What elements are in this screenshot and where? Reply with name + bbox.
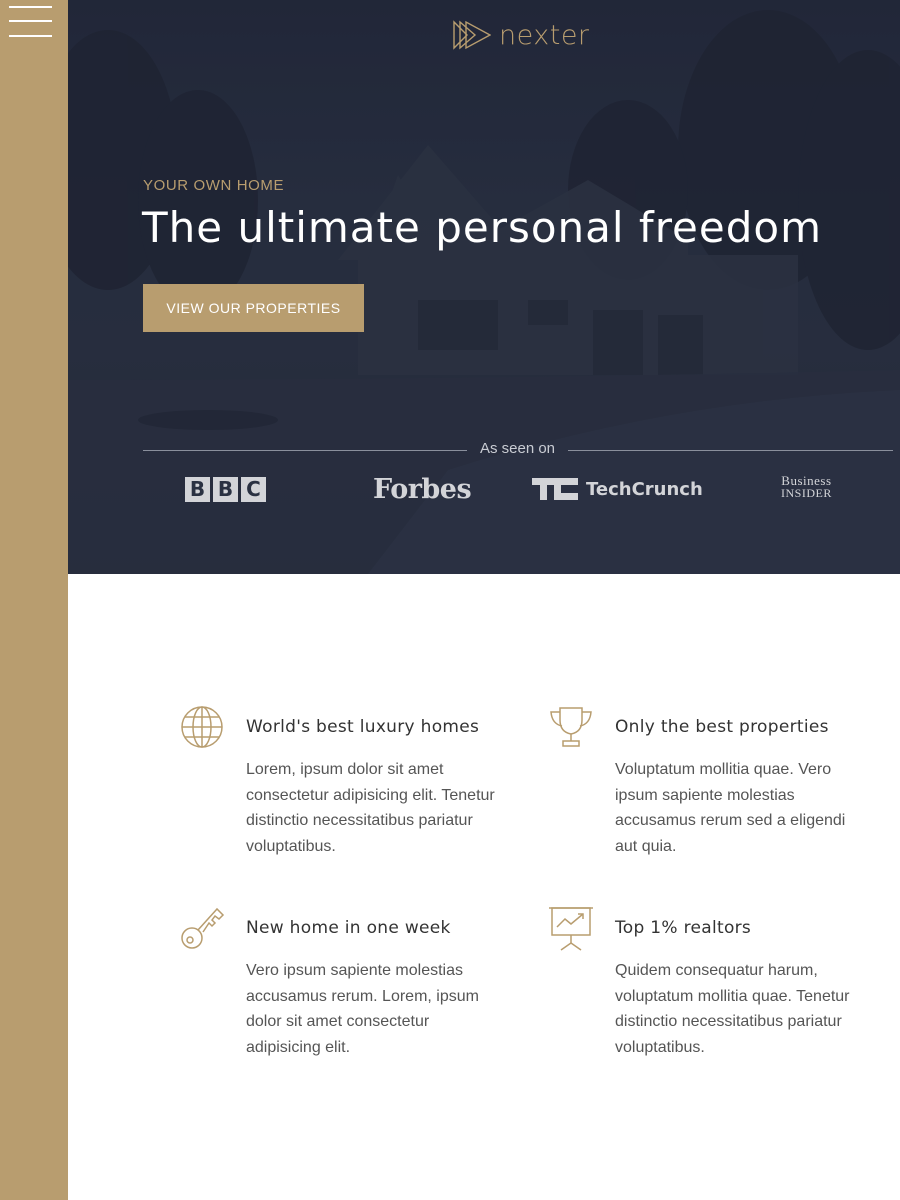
hero-eyebrow: YOUR OWN HOME: [143, 177, 285, 194]
business-insider-logo: Business Insider: [781, 474, 832, 504]
hero-headline: The ultimate personal freedom: [142, 203, 822, 252]
feature-title: World's best luxury homes: [246, 717, 480, 737]
key-icon: [181, 907, 225, 949]
divider-line-right: [568, 450, 893, 451]
divider-line-left: [143, 450, 467, 451]
view-properties-button[interactable]: VIEW OUR PROPERTIES: [143, 284, 364, 332]
triple-triangle-logo-icon: [453, 20, 491, 50]
menu-line: [9, 6, 52, 8]
menu-line: [9, 20, 52, 22]
techcrunch-logo: TechCrunch: [532, 474, 703, 504]
sidebar: [0, 0, 68, 1200]
techcrunch-mark-icon: [532, 478, 578, 500]
hamburger-menu-icon[interactable]: [9, 6, 52, 38]
forbes-logo: Forbes: [373, 473, 472, 505]
feature-text: Quidem consequatur harum, voluptatum mol…: [615, 962, 850, 1056]
feature-title: Top 1% realtors: [615, 918, 752, 938]
feature-title: Only the best properties: [615, 717, 829, 737]
feature-title: New home in one week: [246, 918, 451, 938]
as-seen-on-label: As seen on: [479, 440, 556, 457]
bbc-letter: C: [241, 476, 266, 502]
brand-name: nexter: [499, 19, 590, 51]
bbc-letter: B: [213, 476, 238, 502]
feature-text: Lorem, ipsum dolor sit amet consectetur …: [246, 761, 495, 855]
brand-logo[interactable]: nexter: [453, 18, 590, 52]
menu-line: [9, 35, 52, 37]
presentation-chart-icon: [549, 907, 593, 951]
trophy-icon: [550, 707, 592, 747]
feature-text: Vero ipsum sapiente molestias accusamus …: [246, 962, 479, 1056]
globe-icon: [181, 706, 223, 748]
bbc-letter: B: [185, 476, 210, 502]
hero-section: nexter YOUR OWN HOME The ultimate person…: [68, 0, 900, 574]
techcrunch-wordmark: TechCrunch: [586, 478, 703, 500]
as-seen-on-divider: As seen on: [143, 440, 893, 460]
business-insider-word: Insider: [781, 486, 832, 500]
feature-text: Voluptatum mollitia quae. Vero ipsum sap…: [615, 761, 846, 855]
bbc-logo: B B C: [185, 474, 266, 504]
